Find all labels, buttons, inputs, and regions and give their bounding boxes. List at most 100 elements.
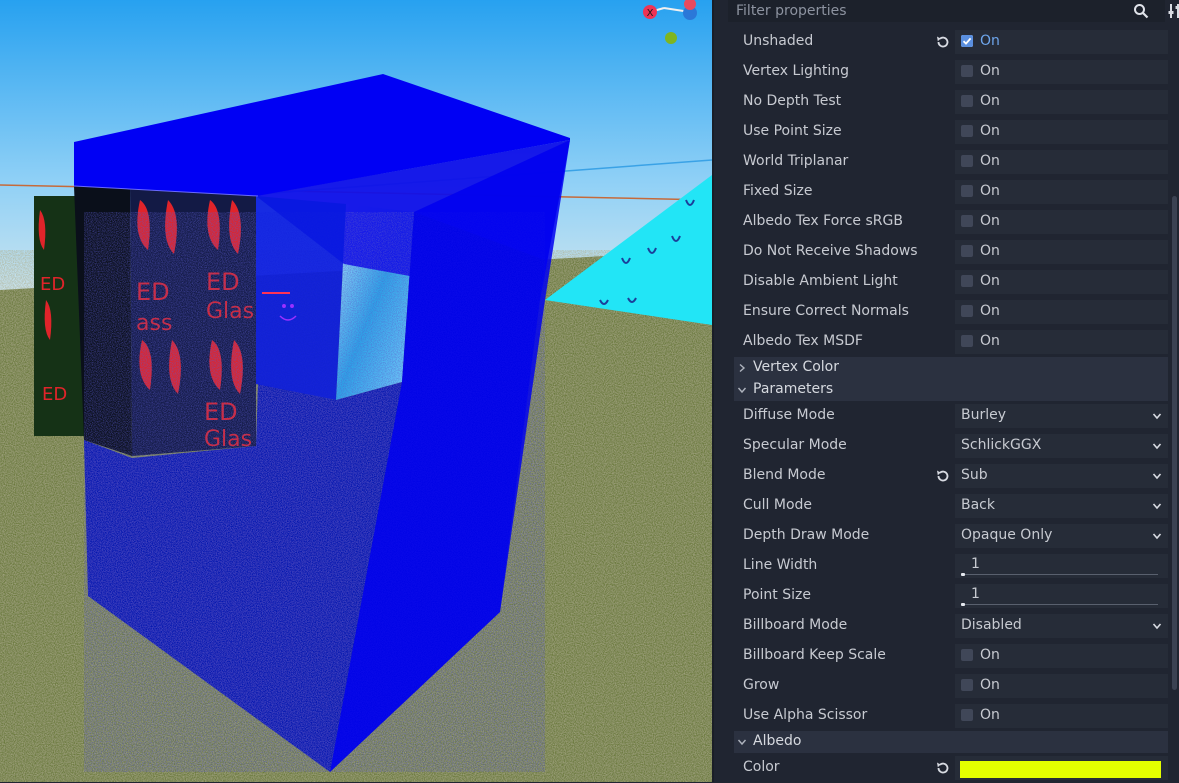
checkbox-checked[interactable] bbox=[961, 35, 973, 47]
reset-icon[interactable] bbox=[935, 760, 951, 776]
specular-mode-select[interactable]: SchlickGGX bbox=[955, 434, 1168, 458]
point-size-spinslider[interactable]: 1 bbox=[955, 584, 1168, 608]
tools-icon[interactable] bbox=[1167, 2, 1179, 20]
checkbox-unchecked[interactable] bbox=[961, 155, 973, 167]
svg-text:ED: ED bbox=[40, 274, 65, 295]
billboard-mode-select[interactable]: Disabled bbox=[955, 614, 1168, 638]
checkbox-unchecked[interactable] bbox=[961, 245, 973, 257]
checkbox-field[interactable]: On bbox=[955, 120, 1168, 144]
slider-handle[interactable] bbox=[961, 573, 965, 576]
property-label: Do Not Receive Shadows bbox=[743, 243, 918, 259]
checkbox-field[interactable]: On bbox=[955, 150, 1168, 174]
checkbox-field[interactable]: On bbox=[955, 210, 1168, 234]
checkbox-unchecked[interactable] bbox=[961, 125, 973, 137]
property-label: Cull Mode bbox=[743, 497, 812, 513]
property-albedo-color: Color bbox=[734, 753, 1168, 783]
checkbox-field[interactable]: On bbox=[955, 644, 1168, 668]
checkbox-on-label: On bbox=[980, 677, 1000, 693]
property-label: Albedo Tex Force sRGB bbox=[743, 213, 903, 229]
property-line-width: Line Width 1 bbox=[734, 551, 1168, 581]
viewport-scene: ED ED ED ass ED Glas ED Glas bbox=[0, 0, 712, 782]
checkbox-unchecked[interactable] bbox=[961, 185, 973, 197]
section-vertex-color[interactable]: Vertex Color bbox=[734, 357, 1168, 379]
property-ensure-correct-normals: Ensure Correct Normals On bbox=[734, 297, 1168, 327]
checkbox-unchecked[interactable] bbox=[961, 275, 973, 287]
diffuse-mode-select[interactable]: Burley bbox=[955, 404, 1168, 428]
section-parameters[interactable]: Parameters bbox=[734, 379, 1168, 401]
checkbox-on-label: On bbox=[980, 123, 1000, 139]
property-albedo-tex-msdf: Albedo Tex MSDF On bbox=[734, 327, 1168, 357]
checkbox-field[interactable]: On bbox=[955, 704, 1168, 728]
cull-mode-select[interactable]: Back bbox=[955, 494, 1168, 518]
reset-icon[interactable] bbox=[935, 34, 951, 50]
albedo-color-picker[interactable] bbox=[955, 756, 1168, 780]
checkbox-unchecked[interactable] bbox=[961, 95, 973, 107]
blend-mode-select[interactable]: Sub bbox=[955, 464, 1168, 488]
property-disable-ambient-light: Disable Ambient Light On bbox=[734, 267, 1168, 297]
chevron-down-icon bbox=[1152, 621, 1162, 631]
property-point-size: Point Size 1 bbox=[734, 581, 1168, 611]
select-value: Opaque Only bbox=[961, 527, 1052, 543]
checkbox-unchecked[interactable] bbox=[961, 335, 973, 347]
checkbox-field[interactable]: On bbox=[955, 180, 1168, 204]
checkbox-on-label: On bbox=[980, 647, 1000, 663]
property-label: Blend Mode bbox=[743, 467, 825, 483]
property-label: Depth Draw Mode bbox=[743, 527, 869, 543]
slider-track[interactable] bbox=[962, 604, 1158, 605]
property-label: Billboard Keep Scale bbox=[743, 647, 886, 663]
checkbox-on-label: On bbox=[980, 183, 1000, 199]
property-diffuse-mode: Diffuse Mode Burley bbox=[734, 401, 1168, 431]
property-label: Line Width bbox=[743, 557, 817, 573]
section-label: Parameters bbox=[753, 381, 833, 397]
checkbox-unchecked[interactable] bbox=[961, 709, 973, 721]
checkbox-field[interactable]: On bbox=[955, 330, 1168, 354]
slider-track[interactable] bbox=[962, 574, 1158, 575]
property-blend-mode: Blend Mode Sub bbox=[734, 461, 1168, 491]
reset-icon[interactable] bbox=[935, 468, 951, 484]
property-cull-mode: Cull Mode Back bbox=[734, 491, 1168, 521]
property-depth-draw-mode: Depth Draw Mode Opaque Only bbox=[734, 521, 1168, 551]
filter-properties-input[interactable] bbox=[728, 0, 1138, 22]
slider-handle[interactable] bbox=[961, 603, 965, 606]
property-grow: Grow On bbox=[734, 671, 1168, 701]
property-use-alpha-scissor: Use Alpha Scissor On bbox=[734, 701, 1168, 731]
chevron-down-icon bbox=[1152, 411, 1162, 421]
checkbox-field[interactable]: On bbox=[955, 240, 1168, 264]
checkbox-field[interactable]: On bbox=[955, 300, 1168, 324]
select-value: SchlickGGX bbox=[961, 437, 1041, 453]
property-label: Ensure Correct Normals bbox=[743, 303, 909, 319]
checkbox-field[interactable]: On bbox=[955, 674, 1168, 698]
depth-draw-mode-select[interactable]: Opaque Only bbox=[955, 524, 1168, 548]
chevron-down-icon bbox=[1152, 441, 1162, 451]
property-label: Point Size bbox=[743, 587, 811, 603]
select-value: Burley bbox=[961, 407, 1006, 423]
property-label: World Triplanar bbox=[743, 153, 848, 169]
checkbox-field[interactable]: On bbox=[955, 30, 1168, 54]
spin-value: 1 bbox=[971, 556, 980, 572]
property-billboard-mode: Billboard Mode Disabled bbox=[734, 611, 1168, 641]
property-albedo-tex-force-srgb: Albedo Tex Force sRGB On bbox=[734, 207, 1168, 237]
line-width-spinslider[interactable]: 1 bbox=[955, 554, 1168, 578]
property-label: Color bbox=[743, 759, 780, 775]
checkbox-unchecked[interactable] bbox=[961, 679, 973, 691]
checkbox-unchecked[interactable] bbox=[961, 215, 973, 227]
checkbox-on-label: On bbox=[980, 273, 1000, 289]
property-label: Use Point Size bbox=[743, 123, 842, 139]
checkbox-field[interactable]: On bbox=[955, 60, 1168, 84]
select-value: Disabled bbox=[961, 617, 1022, 633]
color-swatch[interactable] bbox=[960, 761, 1161, 778]
3d-viewport[interactable]: ED ED ED ass ED Glas ED Glas bbox=[0, 0, 712, 782]
checkbox-unchecked[interactable] bbox=[961, 65, 973, 77]
checkbox-unchecked[interactable] bbox=[961, 649, 973, 661]
chevron-right-icon bbox=[737, 363, 747, 373]
checkbox-field[interactable]: On bbox=[955, 90, 1168, 114]
property-label: Specular Mode bbox=[743, 437, 847, 453]
checkbox-on-label: On bbox=[980, 93, 1000, 109]
checkbox-unchecked[interactable] bbox=[961, 305, 973, 317]
property-label: No Depth Test bbox=[743, 93, 841, 109]
checkbox-field[interactable]: On bbox=[955, 270, 1168, 294]
section-albedo[interactable]: Albedo bbox=[734, 731, 1168, 753]
property-label: Use Alpha Scissor bbox=[743, 707, 867, 723]
select-value: Sub bbox=[961, 467, 988, 483]
inspector-scrollbar[interactable] bbox=[1172, 196, 1177, 690]
